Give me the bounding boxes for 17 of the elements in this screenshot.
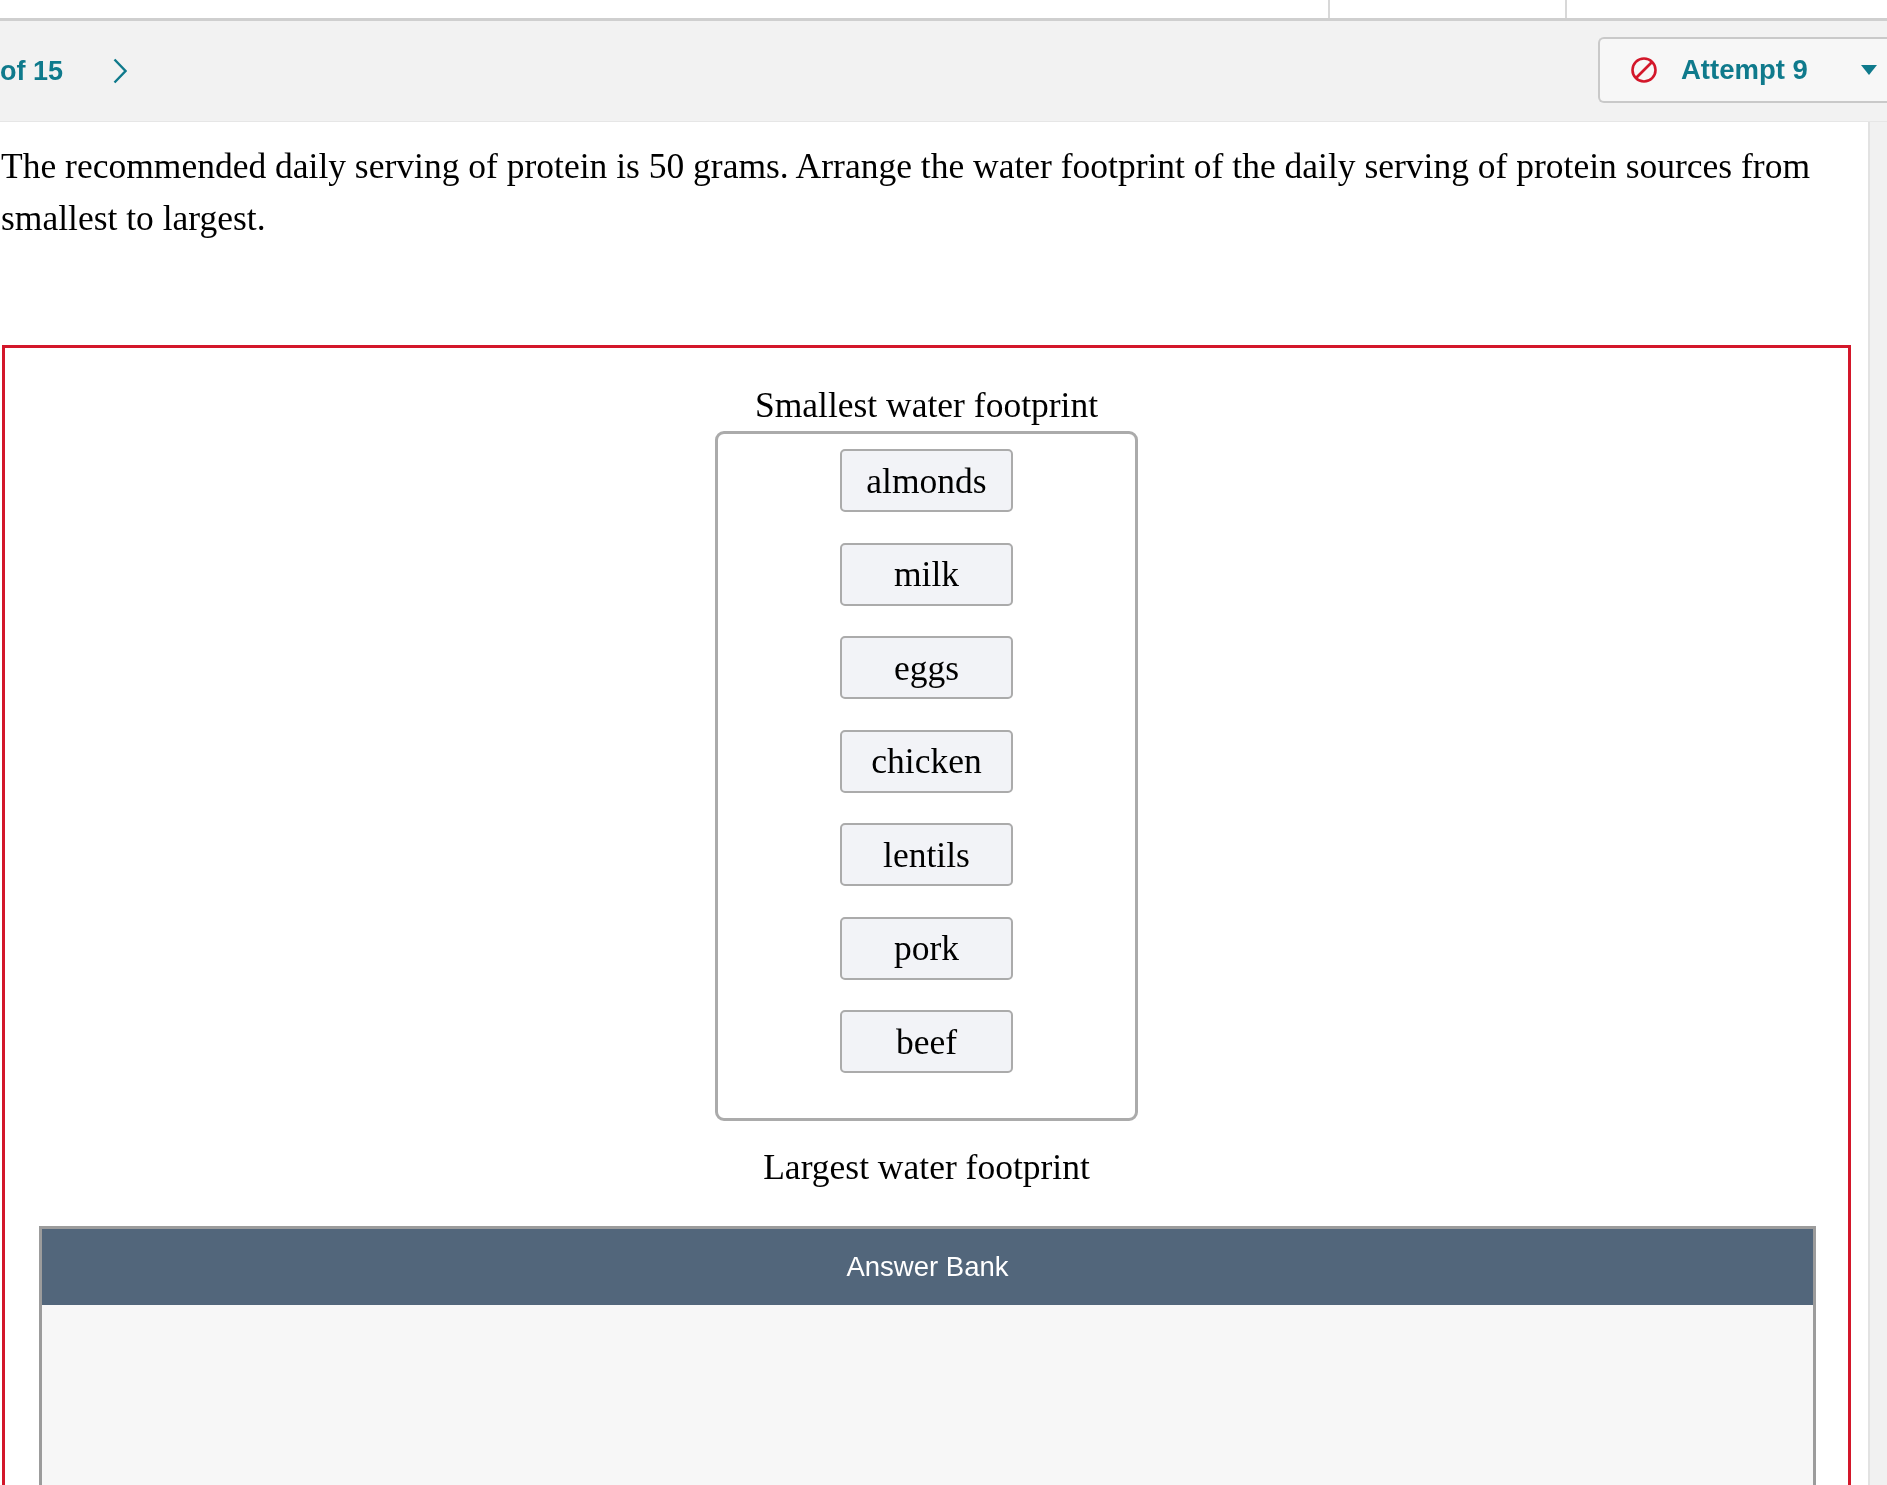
chevron-right-icon	[113, 58, 128, 84]
attempt-dropdown-button[interactable]: Attempt 9	[1598, 37, 1887, 103]
draggable-tile[interactable]: beef	[840, 1010, 1013, 1073]
list-bottom-label: Largest water footprint	[763, 1146, 1090, 1188]
list-top-label: Smallest water footprint	[754, 384, 1099, 426]
draggable-tile[interactable]: lentils	[840, 823, 1013, 886]
draggable-tile[interactable]: milk	[840, 542, 1013, 606]
question-text: The recommended daily serving of protein is 50 grams. Arrange the water footprint of the daily serving of protein sources from smallest to largest.	[0, 145, 1811, 240]
draggable-tile[interactable]: chicken	[840, 729, 1013, 793]
answer-bank-header: Answer Bank	[42, 1229, 1813, 1305]
question-counter: of 15	[0, 55, 64, 87]
caret-down-icon	[1861, 65, 1877, 75]
prohibited-icon	[1631, 57, 1657, 83]
next-question-button[interactable]	[113, 58, 128, 84]
draggable-tile[interactable]: eggs	[840, 636, 1013, 699]
draggable-tile[interactable]: almonds	[840, 449, 1013, 512]
draggable-tile[interactable]: pork	[840, 916, 1013, 980]
